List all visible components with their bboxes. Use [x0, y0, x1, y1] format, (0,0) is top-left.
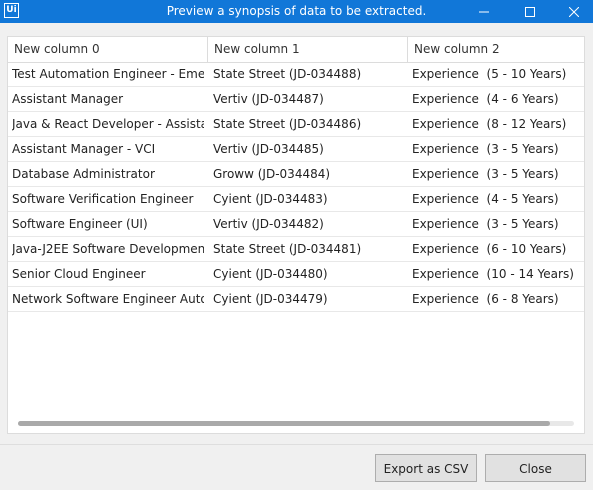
- column-header[interactable]: New column 2: [408, 37, 584, 62]
- column-header[interactable]: New column 0: [8, 37, 208, 62]
- table-cell: Database Administrator: [12, 167, 155, 181]
- table-cell: Java & React Developer - Assistant Manag…: [12, 117, 204, 131]
- table-cell: Experience (5 - 10 Years): [412, 67, 567, 81]
- table-row[interactable]: Database Administrator Groww (JD-034484) E…: [8, 162, 584, 187]
- maximize-button[interactable]: [507, 0, 553, 23]
- footer-divider: [0, 444, 593, 445]
- close-button[interactable]: Close: [485, 454, 586, 482]
- table-cell: Experience (6 - 8 Years): [412, 292, 559, 306]
- table-cell: Cyient (JD-034479): [213, 292, 328, 306]
- table-cell: Assistant Manager: [12, 92, 124, 106]
- table-cell: Cyient (JD-034483): [213, 192, 328, 206]
- table-cell: Experience (6 - 10 Years): [412, 242, 567, 256]
- table-cell: Senior Cloud Engineer: [12, 267, 146, 281]
- table-cell: State Street (JD-034481): [213, 242, 362, 256]
- minimize-icon: [479, 11, 489, 12]
- table-cell: Cyient (JD-034480): [213, 267, 328, 281]
- table-row[interactable]: Software Engineer (UI) Vertiv (JD-034482)…: [8, 212, 584, 237]
- table-cell: Experience (4 - 5 Years): [412, 192, 559, 206]
- table-cell: Experience (3 - 5 Years): [412, 217, 559, 231]
- table-row[interactable]: Java & React Developer - Assistant Manag…: [8, 112, 584, 137]
- table-row[interactable]: Software Verification Engineer Cyient (JD…: [8, 187, 584, 212]
- data-preview-grid[interactable]: New column 0 New column 1 New column 2 T…: [7, 36, 585, 434]
- table-cell: Test Automation Engineer - Emerging Tech…: [12, 67, 204, 81]
- horizontal-scrollbar[interactable]: [18, 421, 574, 426]
- title-bar: Ui Preview a synopsis of data to be extr…: [0, 0, 593, 23]
- grid-header: New column 0 New column 1 New column 2: [8, 37, 584, 63]
- table-row[interactable]: Assistant Manager - VCI Vertiv (JD-034485…: [8, 137, 584, 162]
- table-cell: Vertiv (JD-034485): [213, 142, 324, 156]
- table-row[interactable]: Java-J2EE Software Development Engineer S…: [8, 237, 584, 262]
- table-row[interactable]: Senior Cloud Engineer Cyient (JD-034480) E…: [8, 262, 584, 287]
- table-cell: Software Verification Engineer: [12, 192, 194, 206]
- table-cell: Experience (3 - 5 Years): [412, 167, 559, 181]
- maximize-icon: [525, 6, 535, 17]
- close-window-button[interactable]: [551, 0, 593, 23]
- table-cell: Experience (3 - 5 Years): [412, 142, 559, 156]
- table-row[interactable]: Network Software Engineer Automation Cyie…: [8, 287, 584, 312]
- table-cell: Network Software Engineer Automation: [12, 292, 204, 306]
- table-row[interactable]: Assistant Manager Vertiv (JD-034487) Exper…: [8, 87, 584, 112]
- scrollbar-thumb[interactable]: [18, 421, 550, 426]
- table-cell: Java-J2EE Software Development Engineer: [12, 242, 204, 256]
- table-cell: Groww (JD-034484): [213, 167, 331, 181]
- export-csv-button[interactable]: Export as CSV: [375, 454, 477, 482]
- table-cell: Software Engineer (UI): [12, 217, 148, 231]
- table-cell: State Street (JD-034488): [213, 67, 362, 81]
- grid-rows: Test Automation Engineer - Emerging Tech…: [8, 62, 584, 312]
- table-row[interactable]: Test Automation Engineer - Emerging Tech…: [8, 62, 584, 87]
- table-cell: State Street (JD-034486): [213, 117, 362, 131]
- close-icon: [569, 6, 579, 17]
- column-header[interactable]: New column 1: [208, 37, 408, 62]
- table-cell: Vertiv (JD-034482): [213, 217, 324, 231]
- minimize-button[interactable]: [461, 0, 507, 23]
- table-cell: Vertiv (JD-034487): [213, 92, 324, 106]
- table-cell: Experience (10 - 14 Years): [412, 267, 574, 281]
- table-cell: Experience (4 - 6 Years): [412, 92, 559, 106]
- table-cell: Experience (8 - 12 Years): [412, 117, 567, 131]
- table-cell: Assistant Manager - VCI: [12, 142, 156, 156]
